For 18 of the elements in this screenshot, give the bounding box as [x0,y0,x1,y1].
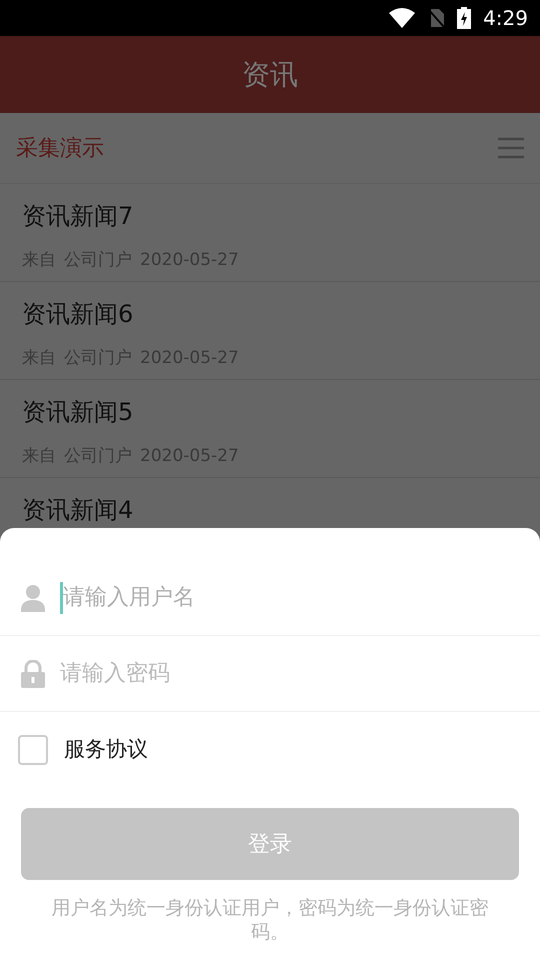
text-cursor [60,582,63,614]
news-title[interactable]: 资讯新闻5 [22,394,518,430]
wifi-icon [389,8,416,28]
status-time: 4:29 [483,5,528,32]
news-title[interactable]: 资讯新闻4 [22,492,518,528]
user-icon [20,584,46,612]
section-title: 采集演示 [16,134,104,162]
agreement-label[interactable]: 服务协议 [64,734,148,766]
login-note: 用户名为统一身份认证用户，密码为统一身份认证密码。 [50,896,490,944]
menu-icon[interactable] [498,137,524,159]
news-title[interactable]: 资讯新闻6 [22,296,518,332]
header-title: 资讯 [242,56,298,92]
battery-charging-icon [457,7,472,29]
news-title[interactable]: 资讯新闻7 [22,198,518,234]
input-field[interactable]: 请输入密码 [60,657,520,690]
lock-icon [20,660,46,688]
input-field[interactable]: 请输入用户名 [63,581,520,614]
agreement-checkbox[interactable] [18,735,48,765]
